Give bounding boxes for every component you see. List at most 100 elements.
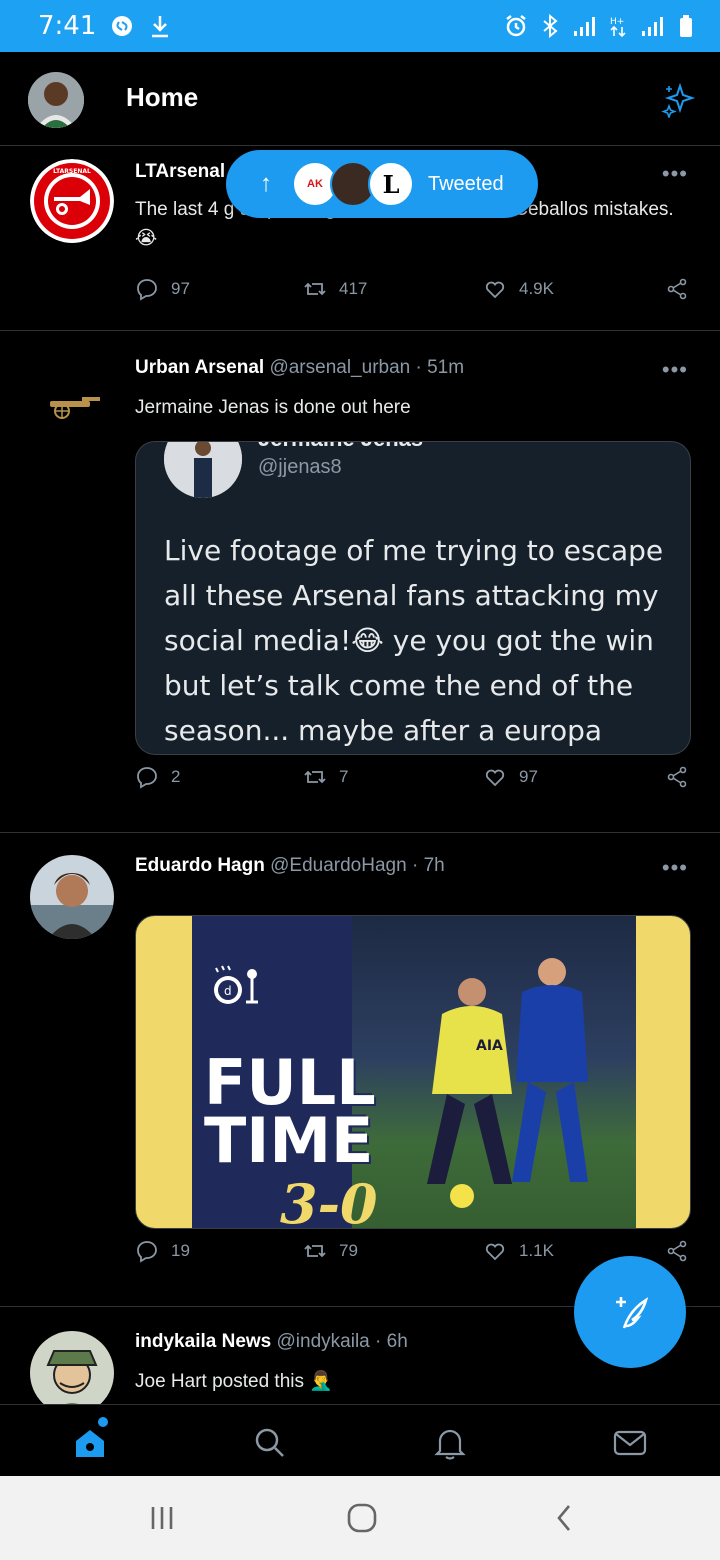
more-options-icon[interactable]: ••• <box>662 357 688 383</box>
shazam-icon <box>110 14 134 38</box>
tweet-actions: 97 417 4.9K <box>135 277 695 307</box>
status-time: 7:41 <box>38 11 97 41</box>
like-count: 97 <box>519 767 538 786</box>
tweet-media-image[interactable]: AIA d FULL TIME 3-0 <box>135 915 691 1229</box>
retweet-button[interactable]: 417 <box>303 277 367 301</box>
reply-button[interactable]: 19 <box>135 1239 190 1263</box>
retweet-count: 417 <box>339 279 368 298</box>
like-count: 1.1K <box>519 1241 554 1260</box>
share-button[interactable] <box>665 765 689 789</box>
reply-button[interactable]: 97 <box>135 277 190 301</box>
battery-icon <box>674 14 698 38</box>
alarm-icon <box>504 14 528 38</box>
retweet-count: 7 <box>339 767 349 786</box>
reply-count: 19 <box>171 1241 190 1260</box>
search-tab[interactable] <box>250 1423 290 1463</box>
notifications-tab[interactable] <box>430 1423 470 1463</box>
tweet-author-name[interactable]: indykaila News <box>135 1331 271 1352</box>
tweet-text: Jermaine Jenas is done out here <box>135 397 411 418</box>
heart-icon <box>485 281 505 299</box>
sparkle-icon[interactable] <box>660 82 696 120</box>
like-button[interactable]: 4.9K <box>483 277 554 301</box>
heart-icon <box>485 1243 505 1261</box>
tweet-author-handle[interactable]: @EduardoHagn <box>270 855 407 876</box>
data-arrows-icon: H+ <box>606 14 630 38</box>
tweet-avatar[interactable] <box>30 1331 114 1404</box>
quoted-image[interactable]: Jermaine Jenas @jjenas8 Live footage of … <box>135 441 691 755</box>
retweet-button[interactable]: 7 <box>303 765 348 789</box>
arrow-up-icon: ↑ <box>260 170 272 197</box>
retweet-icon <box>304 770 326 784</box>
pill-avatars: AK L <box>292 161 414 207</box>
bell-icon <box>434 1429 466 1460</box>
messages-tab[interactable] <box>610 1423 650 1463</box>
heart-icon <box>485 769 505 787</box>
share-icon <box>667 766 687 788</box>
share-button[interactable] <box>665 1239 689 1263</box>
tweet-actions: 2 7 97 <box>135 765 695 795</box>
tweet-time: 51m <box>427 357 465 378</box>
tweet-header: Eduardo Hagn @EduardoHagn · 7h <box>135 855 445 877</box>
reply-icon <box>137 1241 157 1263</box>
download-icon <box>148 14 172 38</box>
tweet-item[interactable]: Eduardo Hagn @EduardoHagn · 7h ••• AIA d… <box>0 833 720 1307</box>
tweet-header: Urban Arsenal @arsenal_urban · 51m <box>135 357 464 379</box>
svg-text:H+: H+ <box>610 17 624 27</box>
reply-count: 97 <box>171 279 190 298</box>
app-header: Home <box>0 52 720 146</box>
more-options-icon[interactable]: ••• <box>662 161 688 187</box>
android-navigation-bar <box>0 1476 720 1560</box>
retweet-button[interactable]: 79 <box>303 1239 358 1263</box>
tweet-separator: · <box>375 1331 382 1352</box>
quote-author-name: Jermaine Jenas <box>258 442 423 452</box>
home-icon <box>76 1430 104 1457</box>
share-button[interactable] <box>665 277 689 301</box>
media-photo-panel: AIA <box>352 916 636 1228</box>
back-icon <box>557 1505 570 1531</box>
tweet-avatar[interactable]: LTARSENAL <box>30 159 114 243</box>
profile-avatar[interactable] <box>28 72 84 128</box>
like-button[interactable]: 1.1K <box>483 1239 554 1263</box>
quote-text: Live footage of me trying to escape all … <box>164 534 664 747</box>
like-button[interactable]: 97 <box>483 765 538 789</box>
new-tweets-pill[interactable]: ↑ AK L Tweeted <box>226 150 538 218</box>
status-bar: 7:41 H+ <box>0 0 720 52</box>
recents-icon <box>151 1507 173 1529</box>
tweet-header: LTArsenal <box>135 161 225 183</box>
tweet-item[interactable]: Urban Arsenal @arsenal_urban · 51m ••• J… <box>0 331 720 833</box>
back-button[interactable] <box>544 1500 584 1536</box>
home-button[interactable] <box>342 1500 382 1536</box>
reply-button[interactable]: 2 <box>135 765 180 789</box>
tweet-author-handle[interactable]: @indykaila <box>277 1331 370 1352</box>
svg-text:LTARSENAL: LTARSENAL <box>53 168 91 175</box>
fulltime-line2: TIME <box>204 1104 374 1177</box>
tweet-avatar[interactable] <box>30 855 114 939</box>
shirt-text: AIA <box>476 1038 503 1054</box>
signal-icon <box>640 14 664 38</box>
bottom-tab-bar <box>0 1404 720 1476</box>
tweet-avatar[interactable] <box>30 361 114 445</box>
tweet-separator: · <box>411 855 419 876</box>
like-count: 4.9K <box>519 279 554 298</box>
tweet-time: 6h <box>386 1331 408 1352</box>
retweet-icon <box>304 1244 326 1258</box>
reply-count: 2 <box>171 767 181 786</box>
recents-button[interactable] <box>142 1500 182 1536</box>
pill-avatar: L <box>368 161 414 207</box>
tweet-header: indykaila News @indykaila · 6h <box>135 1331 408 1353</box>
home-tab[interactable] <box>70 1423 110 1463</box>
quote-avatar <box>164 442 242 498</box>
tweet-author-name[interactable]: Urban Arsenal <box>135 357 264 378</box>
page-title: Home <box>126 82 199 112</box>
timeline-feed[interactable]: LTARSENAL LTArsenal ••• The last 4 g uro… <box>0 147 720 1404</box>
share-icon <box>667 1240 687 1262</box>
quote-author-handle: @jjenas8 <box>258 456 342 478</box>
tweet-author-handle[interactable]: @arsenal_urban <box>269 357 410 378</box>
compose-tweet-button[interactable] <box>574 1256 686 1368</box>
tweet-separator: · <box>415 357 422 378</box>
mail-icon <box>613 1430 647 1456</box>
tweet-time: 7h <box>423 855 445 876</box>
tweet-author-name[interactable]: LTArsenal <box>135 161 225 182</box>
more-options-icon[interactable]: ••• <box>662 855 688 881</box>
tweet-author-name[interactable]: Eduardo Hagn <box>135 855 265 876</box>
